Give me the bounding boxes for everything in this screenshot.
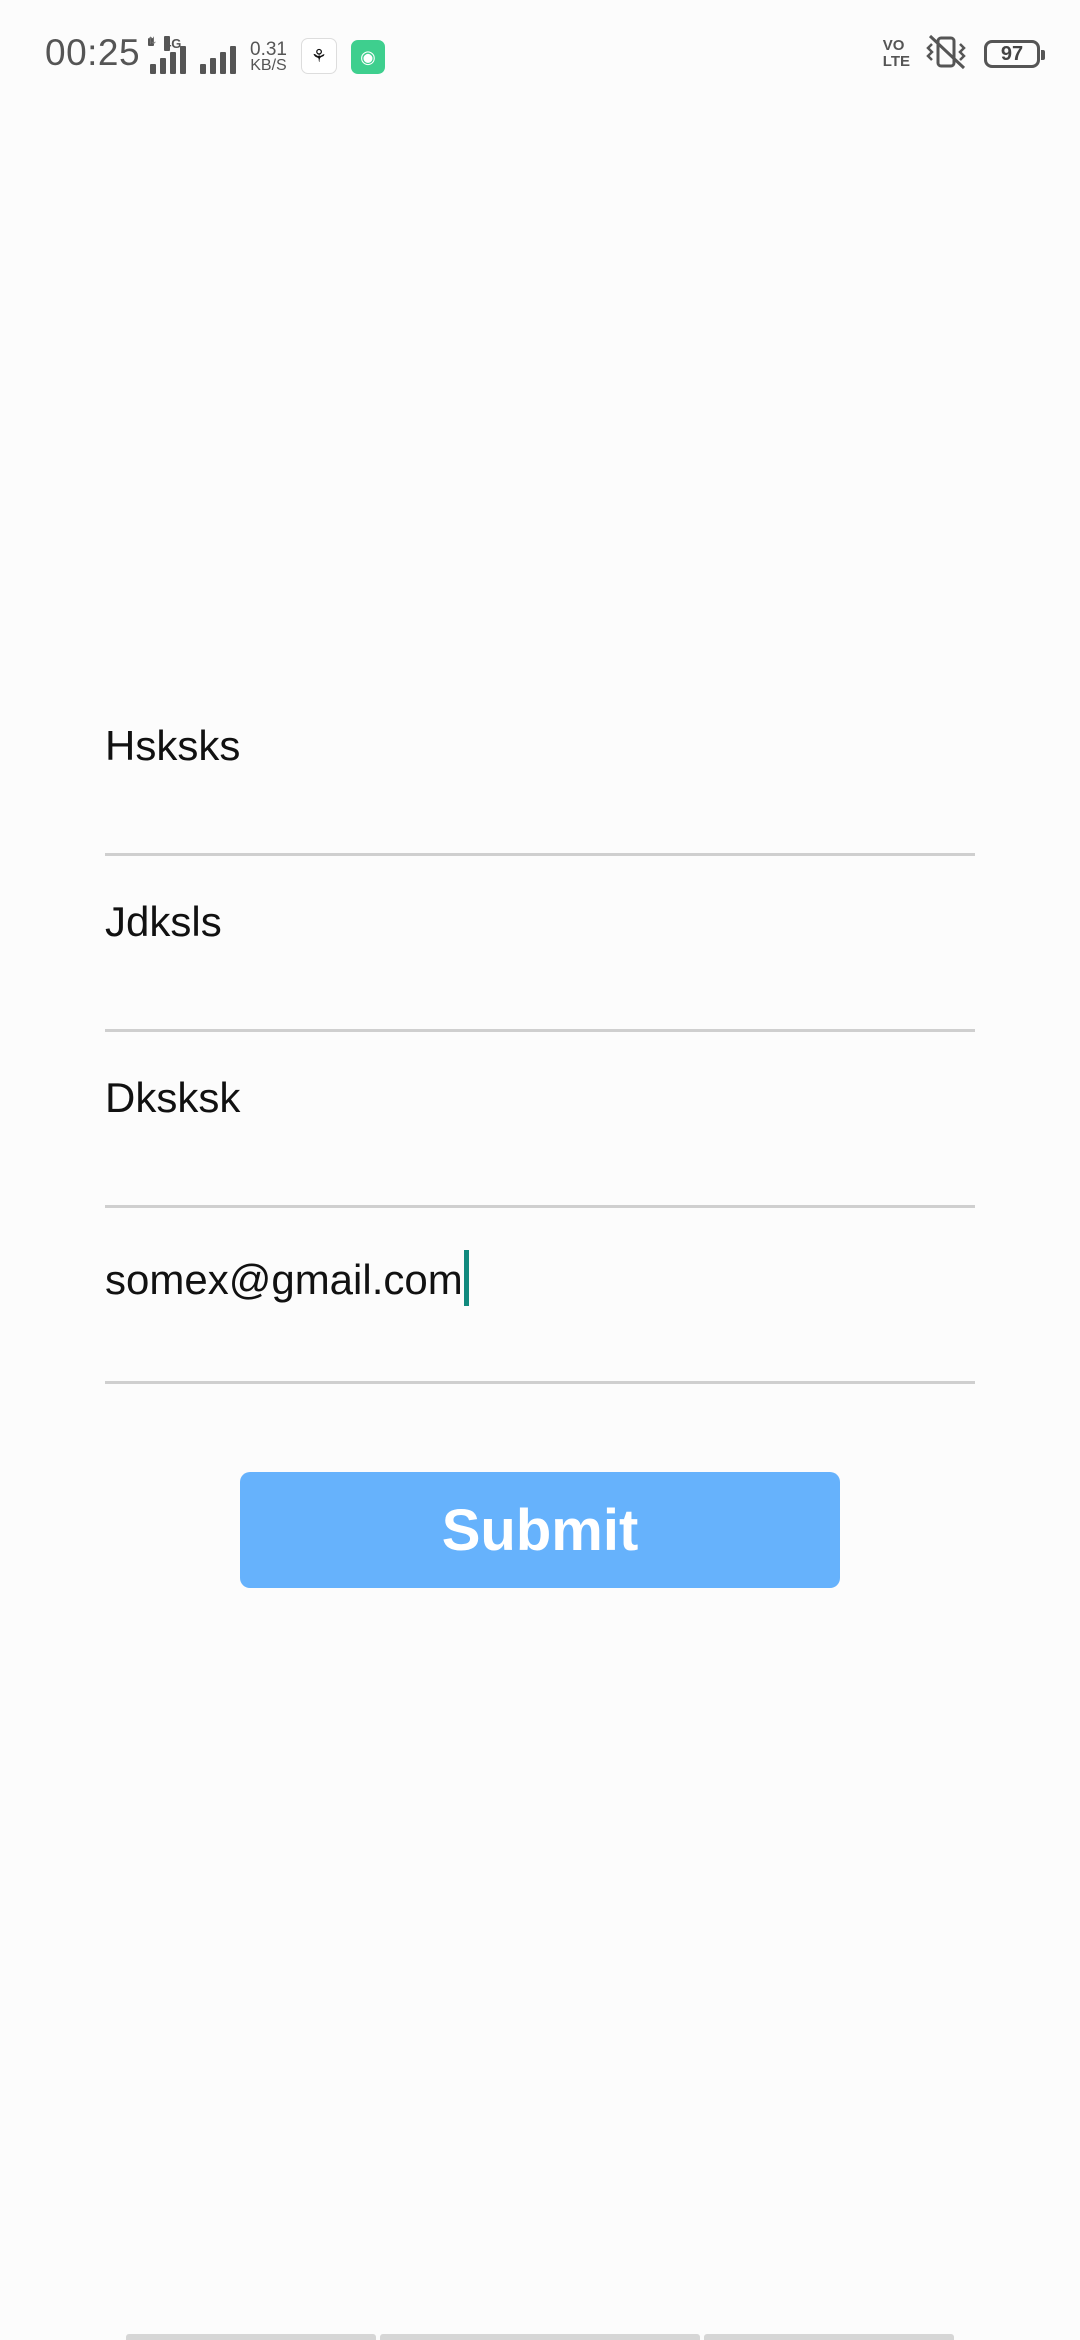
- volte-label-1: VO: [882, 37, 905, 54]
- form: Hsksks Jdksls Dksksk somex@gmail.com: [105, 680, 975, 1384]
- status-left-icons: ⇅ 4G 0.31 KB/S ⚘ ◉: [148, 34, 385, 74]
- text-field-1[interactable]: Hsksks: [105, 680, 975, 856]
- nav-segment-2: [380, 2334, 700, 2340]
- text-cursor: [463, 1250, 469, 1306]
- app-green-icon: ◉: [350, 40, 385, 74]
- vibrate-icon: [924, 32, 970, 77]
- email-field-value[interactable]: somex@gmail.com: [105, 1256, 463, 1303]
- email-field-container[interactable]: somex@gmail.com: [105, 1250, 469, 1306]
- field-1-value[interactable]: Hsksks: [105, 722, 240, 770]
- status-bar: 00:25 ⇅ 4G 0.31 KB/S ⚘ ◉ VO LTE 97: [0, 0, 1080, 108]
- field-3-value[interactable]: Dksksk: [105, 1074, 240, 1122]
- text-field-2[interactable]: Jdksls: [105, 856, 975, 1032]
- status-right-icons: VO LTE 97: [883, 32, 1045, 77]
- network-type: 4G: [164, 36, 182, 51]
- nav-segment-3: [704, 2334, 954, 2340]
- volte-icon: VO LTE: [883, 38, 910, 70]
- speed-unit: KB/S: [250, 57, 287, 74]
- signal-1-icon: ⇅ 4G: [148, 36, 186, 74]
- field-2-value[interactable]: Jdksls: [105, 898, 222, 946]
- app-screen: 00:25 ⇅ 4G 0.31 KB/S ⚘ ◉ VO LTE 97 Hsksk…: [0, 0, 1080, 2340]
- submit-button[interactable]: Submit: [240, 1472, 840, 1588]
- speed-value: 0.31: [250, 39, 287, 60]
- battery-icon: 97: [984, 40, 1045, 68]
- email-field[interactable]: somex@gmail.com: [105, 1208, 975, 1384]
- app-notification-icon: ⚘: [300, 38, 337, 74]
- status-time: 00:25: [45, 32, 141, 73]
- battery-level: 97: [1000, 42, 1024, 65]
- bottom-nav-bar: [126, 2334, 954, 2340]
- text-field-3[interactable]: Dksksk: [105, 1032, 975, 1208]
- volte-label-2: LTE: [882, 53, 910, 70]
- network-speed: 0.31 KB/S: [250, 39, 287, 74]
- signal-2-icon: [200, 42, 236, 74]
- nav-segment-1: [126, 2334, 376, 2340]
- data-arrows-icon: ⇅: [148, 36, 157, 47]
